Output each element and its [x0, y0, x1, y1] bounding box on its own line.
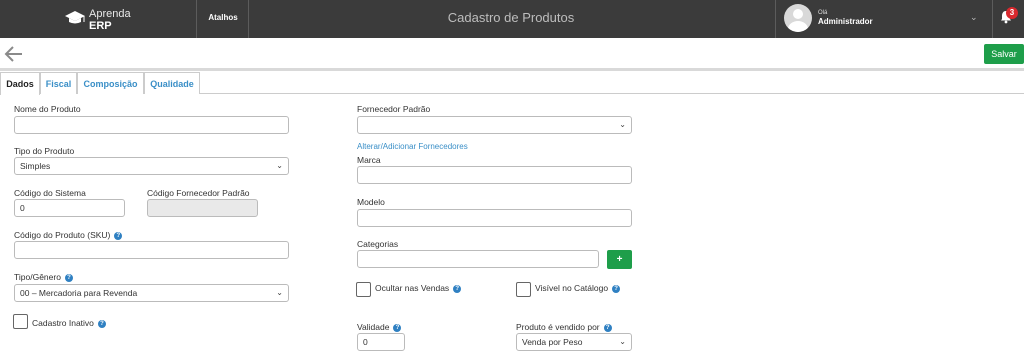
divider: [0, 68, 1024, 71]
validity-label: Validade?: [357, 322, 402, 332]
help-icon[interactable]: ?: [97, 319, 106, 328]
inactive-checkbox[interactable]: [13, 314, 28, 329]
type-genre-label-text: Tipo/Gênero: [14, 272, 61, 282]
chevron-down-icon: ⌄: [619, 337, 626, 346]
user-name: Administrador: [818, 17, 873, 26]
divider: [196, 0, 197, 38]
sku-label: Código do Produto (SKU)?: [14, 230, 123, 240]
inactive-label-text: Cadastro Inativo: [32, 318, 94, 328]
divider: [248, 0, 249, 38]
product-type-value: Simples: [20, 161, 51, 171]
sku-input[interactable]: [14, 241, 289, 259]
categories-label: Categorias: [357, 239, 399, 249]
top-bar: Aprenda ERP Atalhos Cadastro de Produtos…: [0, 0, 1024, 38]
sku-label-text: Código do Produto (SKU): [14, 230, 111, 240]
avatar: [784, 4, 812, 32]
default-supplier-select[interactable]: ⌄: [357, 116, 632, 134]
page-title: Cadastro de Produtos: [447, 10, 575, 25]
help-icon[interactable]: ?: [603, 323, 612, 332]
help-icon[interactable]: ?: [393, 323, 402, 332]
tab-composicao[interactable]: Composição: [77, 72, 144, 94]
chevron-down-icon: ⌄: [970, 12, 978, 22]
help-icon[interactable]: ?: [612, 284, 621, 293]
help-icon[interactable]: ?: [453, 284, 462, 293]
tab-fiscal[interactable]: Fiscal: [40, 72, 77, 94]
sold-by-label: Produto é vendido por?: [516, 322, 612, 332]
validity-label-text: Validade: [357, 322, 390, 332]
hide-in-sales-checkbox[interactable]: [356, 282, 371, 297]
tab-qualidade[interactable]: Qualidade: [144, 72, 200, 94]
inactive-label: Cadastro Inativo?: [32, 318, 106, 328]
logo-line1: Aprenda: [89, 8, 131, 20]
type-genre-select[interactable]: 00 – Mercadoria para Revenda ⌄: [14, 284, 289, 302]
help-icon[interactable]: ?: [114, 231, 123, 240]
back-arrow-icon[interactable]: [4, 45, 24, 63]
tab-dados[interactable]: Dados: [0, 72, 40, 95]
validity-input[interactable]: 0: [357, 333, 405, 351]
type-genre-label: Tipo/Gênero?: [14, 272, 73, 282]
hide-in-sales-label: Ocultar nas Vendas?: [375, 283, 462, 293]
hide-in-sales-label-text: Ocultar nas Vendas: [375, 283, 450, 293]
supplier-code-input: [147, 199, 258, 217]
product-type-label: Tipo do Produto: [14, 146, 75, 156]
shortcuts-button[interactable]: Atalhos: [200, 13, 246, 22]
visible-in-catalog-label-text: Visível no Catálogo: [535, 283, 609, 293]
chevron-down-icon: ⌄: [619, 120, 626, 129]
avatar-body: [788, 21, 808, 32]
system-code-label: Código do Sistema: [14, 188, 86, 198]
user-menu[interactable]: Olá Administrador ⌄: [776, 0, 992, 38]
chevron-down-icon: ⌄: [276, 161, 283, 170]
save-button[interactable]: Salvar: [984, 44, 1024, 64]
visible-in-catalog-label: Visível no Catálogo?: [535, 283, 621, 293]
change-suppliers-link[interactable]: Alterar/Adicionar Fornecedores: [357, 142, 468, 151]
type-genre-value: 00 – Mercadoria para Revenda: [20, 288, 138, 298]
product-name-input[interactable]: [14, 116, 289, 134]
supplier-code-label: Código Fornecedor Padrão: [147, 188, 250, 198]
model-label: Modelo: [357, 197, 385, 207]
graduation-cap-icon: [65, 11, 85, 24]
model-input[interactable]: [357, 209, 632, 227]
system-code-input[interactable]: 0: [14, 199, 125, 217]
sold-by-label-text: Produto é vendido por: [516, 322, 600, 332]
help-icon[interactable]: ?: [64, 273, 73, 282]
divider: [992, 0, 993, 38]
sold-by-value: Venda por Peso: [522, 337, 583, 347]
visible-in-catalog-checkbox[interactable]: [516, 282, 531, 297]
notification-badge: 3: [1006, 7, 1018, 19]
greeting: Olá: [818, 10, 828, 16]
brand-input[interactable]: [357, 166, 632, 184]
add-category-button[interactable]: +: [607, 250, 632, 269]
app-logo[interactable]: Aprenda ERP: [64, 6, 144, 32]
categories-input[interactable]: [357, 250, 599, 268]
avatar-head: [793, 9, 803, 19]
sold-by-select[interactable]: Venda por Peso ⌄: [516, 333, 632, 351]
chevron-down-icon: ⌄: [276, 288, 283, 297]
default-supplier-label: Fornecedor Padrão: [357, 104, 431, 114]
brand-label: Marca: [357, 155, 381, 165]
product-type-select[interactable]: Simples ⌄: [14, 157, 289, 175]
logo-line2: ERP: [89, 20, 112, 32]
product-name-label: Nome do Produto: [14, 104, 81, 114]
tab-bar: Dados Fiscal Composição Qualidade: [0, 72, 1024, 95]
